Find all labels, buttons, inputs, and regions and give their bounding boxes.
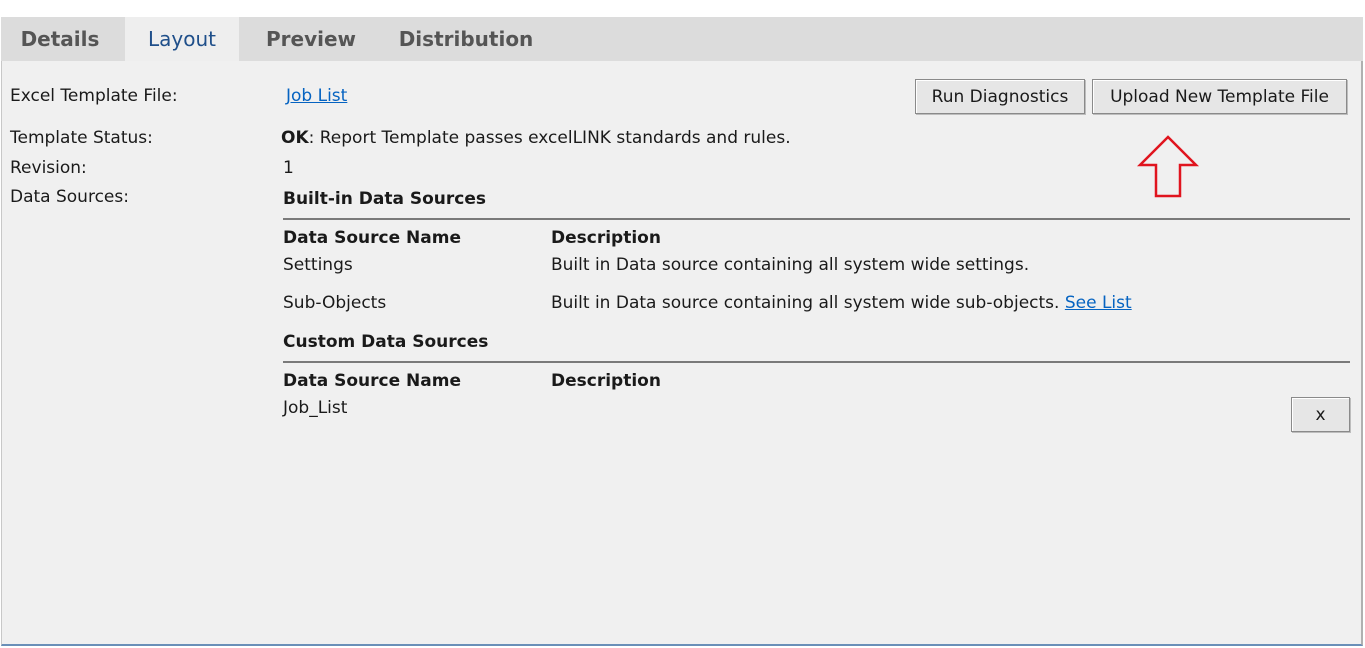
status-message-text: : Report Template passes excelLINK stand… xyxy=(308,128,791,148)
builtin-row-description: Built in Data source containing all syst… xyxy=(551,293,1132,313)
builtin-divider xyxy=(283,218,1350,220)
builtin-heading: Built-in Data Sources xyxy=(283,189,486,209)
template-status-label: Template Status: xyxy=(10,128,153,148)
report-template-window: Details Layout Preview Distribution Exce… xyxy=(0,0,1365,648)
tab-distribution[interactable]: Distribution xyxy=(391,17,541,61)
revision-value: 1 xyxy=(283,158,294,178)
data-sources-label: Data Sources: xyxy=(10,187,129,207)
template-file-link[interactable]: Job List xyxy=(286,86,347,106)
custom-row-name: Job_List xyxy=(283,398,348,418)
tab-preview[interactable]: Preview xyxy=(249,17,373,61)
upload-template-button[interactable]: Upload New Template File xyxy=(1092,79,1347,114)
template-status-value: OK: Report Template passes excelLINK sta… xyxy=(281,128,791,148)
builtin-row-name: Settings xyxy=(283,255,353,275)
tab-details[interactable]: Details xyxy=(1,17,119,61)
custom-heading: Custom Data Sources xyxy=(283,332,489,352)
builtin-col-description: Description xyxy=(551,228,661,248)
builtin-row-name: Sub-Objects xyxy=(283,293,387,313)
custom-col-description: Description xyxy=(551,371,661,391)
tab-bar: Details Layout Preview Distribution xyxy=(1,17,1363,61)
revision-label: Revision: xyxy=(10,158,87,178)
custom-divider xyxy=(283,361,1350,363)
builtin-col-name: Data Source Name xyxy=(283,228,461,248)
remove-data-source-button[interactable]: x xyxy=(1291,397,1350,432)
sub-objects-description: Built in Data source containing all syst… xyxy=(551,293,1060,313)
template-file-label: Excel Template File: xyxy=(10,86,178,106)
tab-layout[interactable]: Layout xyxy=(125,17,239,61)
up-arrow-outline-icon xyxy=(1136,135,1200,198)
see-list-link[interactable]: See List xyxy=(1065,293,1132,313)
run-diagnostics-button[interactable]: Run Diagnostics xyxy=(915,79,1085,114)
builtin-row-description: Built in Data source containing all syst… xyxy=(551,255,1030,275)
custom-col-name: Data Source Name xyxy=(283,371,461,391)
status-ok-text: OK xyxy=(281,128,309,148)
